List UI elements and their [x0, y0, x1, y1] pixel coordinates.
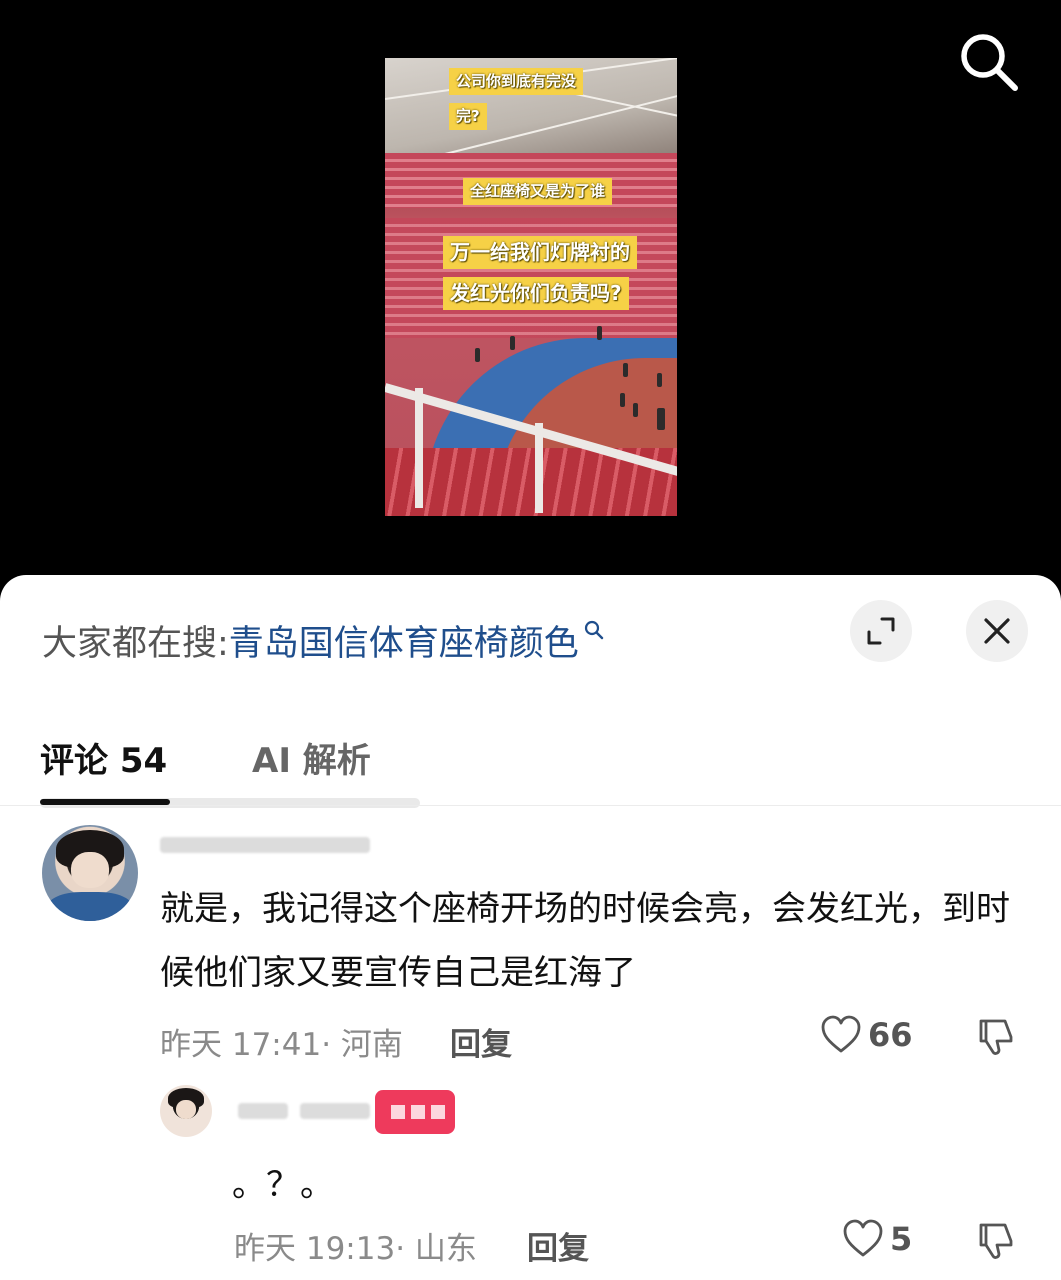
heart-icon	[821, 1015, 861, 1053]
user-badge	[375, 1090, 455, 1134]
person	[623, 363, 628, 377]
person	[657, 373, 662, 387]
railing-post	[535, 423, 543, 513]
search-icon	[584, 620, 604, 640]
expand-button[interactable]	[850, 600, 912, 662]
thumbs-down-icon	[979, 1019, 1013, 1055]
avatar[interactable]	[160, 1085, 212, 1137]
reply-button[interactable]: 回复	[527, 1223, 589, 1268]
reply-button[interactable]: 回复	[450, 1019, 512, 1064]
like-button[interactable]: 5	[842, 1219, 912, 1259]
search-icon	[961, 34, 1018, 91]
avatar-face	[175, 1099, 197, 1120]
video-caption: 万一给我们灯牌衬的	[443, 236, 637, 269]
username-redacted[interactable]	[160, 837, 370, 853]
like-count: 66	[868, 1016, 913, 1054]
comment-sheet: 大家都在搜:青岛国信体育座椅颜色 评论 54 AI 解析 就是，我记得这个座椅开…	[0, 575, 1061, 1280]
username-redacted[interactable]	[238, 1103, 288, 1119]
divider	[0, 805, 1061, 806]
dislike-button[interactable]	[975, 1017, 1015, 1061]
video-caption: 发红光你们负责吗?	[443, 277, 629, 310]
person	[657, 408, 665, 430]
dislike-button[interactable]	[975, 1221, 1015, 1265]
video-caption: 完?	[449, 103, 487, 130]
like-count: 5	[890, 1220, 913, 1258]
video-area: 公司你到底有完没 完? 全红座椅又是为了谁 万一给我们灯牌衬的 发红光你们负责吗…	[0, 0, 1061, 600]
close-icon	[984, 618, 1010, 644]
video-caption: 公司你到底有完没	[449, 68, 584, 95]
trending-term-link[interactable]: 青岛国信体育座椅颜色	[229, 624, 579, 664]
comment-meta: 昨天 17:41· 河南	[160, 1027, 403, 1063]
video-player[interactable]: 公司你到底有完没 完? 全红座椅又是为了谁 万一给我们灯牌衬的 发红光你们负责吗…	[385, 58, 677, 516]
comment-text: 就是，我记得这个座椅开场的时候会亮，会发红光，到时候他们家又要宣传自己是红海了	[160, 889, 1010, 993]
tab-ai-analysis[interactable]: AI 解析	[252, 733, 371, 782]
person	[475, 348, 480, 362]
person	[597, 326, 602, 340]
trending-label: 大家都在搜:	[42, 624, 229, 664]
search-button[interactable]	[955, 28, 1023, 96]
thumbs-down-icon	[979, 1223, 1013, 1259]
app-screen: 公司你到底有完没 完? 全红座椅又是为了谁 万一给我们灯牌衬的 发红光你们负责吗…	[0, 0, 1061, 1280]
person	[633, 403, 638, 417]
person	[510, 336, 515, 350]
avatar-face	[70, 851, 110, 889]
heart-icon	[843, 1219, 883, 1257]
avatar-shirt	[46, 892, 134, 921]
tab-comments[interactable]: 评论 54	[40, 733, 167, 782]
comment-meta: 昨天 19:13· 山东	[234, 1231, 477, 1267]
person	[620, 393, 625, 407]
expand-icon	[867, 617, 895, 645]
video-caption: 全红座椅又是为了谁	[463, 178, 613, 205]
username-redacted[interactable]	[300, 1103, 370, 1119]
close-button[interactable]	[966, 600, 1028, 662]
avatar[interactable]	[42, 825, 138, 921]
railing-post	[415, 388, 423, 508]
like-button[interactable]: 66	[820, 1015, 913, 1055]
comment-text: 。？。	[232, 1165, 334, 1205]
trending-search[interactable]: 大家都在搜:青岛国信体育座椅颜色	[42, 615, 605, 666]
